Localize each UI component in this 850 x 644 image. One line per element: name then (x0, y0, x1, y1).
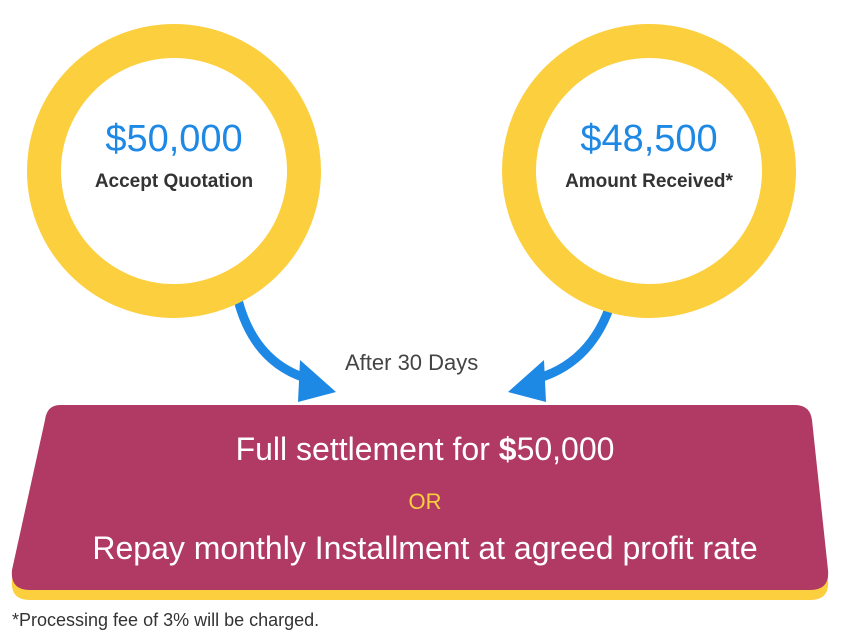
installment-text: Repay monthly Installment at agreed prof… (92, 530, 758, 566)
dollar-sign: $ (498, 431, 517, 467)
full-settlement-text: Full settlement for $50,000 (0, 431, 850, 468)
full-settlement-amount: 50,000 (516, 431, 615, 467)
or-separator: OR (408, 489, 442, 514)
footnote: *Processing fee of 3% will be charged. (12, 610, 320, 630)
full-settlement-prefix: Full settlement for (235, 431, 499, 467)
